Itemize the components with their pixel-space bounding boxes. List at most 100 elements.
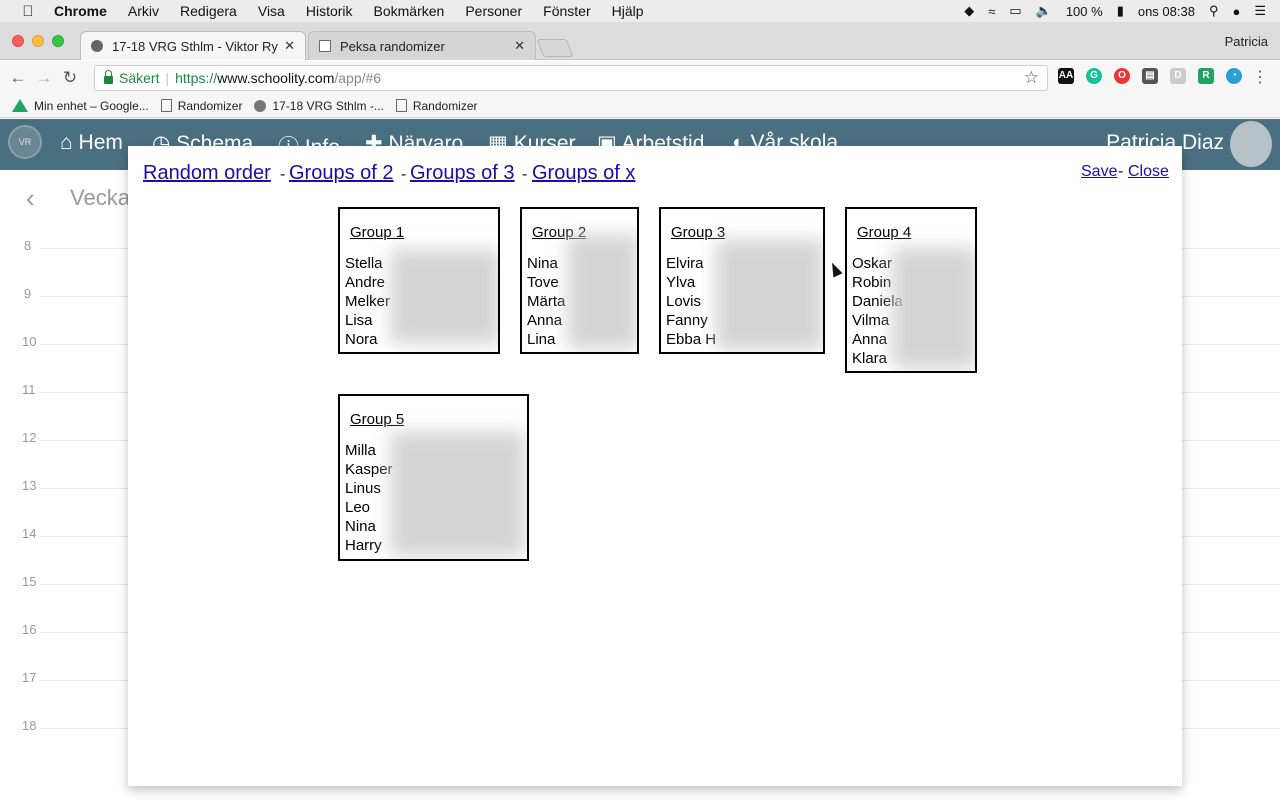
member-name: Ebba H [666,331,717,348]
extension-r-icon[interactable]: R [1198,68,1214,84]
opera-icon[interactable]: O [1114,68,1130,84]
member-name: Tove [527,274,559,291]
cast-icon[interactable]: ◔ [1226,68,1242,84]
member-name: Nina [345,518,376,535]
page-icon [395,99,407,112]
back-arrow-icon[interactable]: ← [5,68,31,88]
menu-visa[interactable]: Visa [258,3,285,19]
separator: - [280,166,286,183]
school-logo[interactable]: VR [8,125,42,159]
hour-label: 9 [24,286,32,301]
week-title: Vecka [70,185,130,210]
menu-redigera[interactable]: Redigera [180,3,237,19]
group-title: Group 5 [350,411,405,428]
save-link[interactable]: Save [1081,163,1117,181]
spotlight-icon[interactable]: ⚲ [1209,3,1219,19]
menu-app-name[interactable]: Chrome [54,3,107,19]
member-name: Milla [345,442,376,459]
clock[interactable]: ons 08:38 [1138,4,1195,19]
close-window-button[interactable] [12,35,24,47]
group-card: Group 3 Elvira Ylva Lovis Fanny Ebba H [659,207,825,354]
privacy-blur [390,431,525,556]
menu-bokmarken[interactable]: Bokmärken [374,3,445,19]
site-favicon-icon [91,40,103,52]
groups-of-3-link[interactable]: Groups of 3 [410,162,515,185]
member-list: Nina Tove Märta Anna Lina [527,254,565,349]
dropbox-icon[interactable]: ◆ [964,3,974,19]
url-path: /app/#6 [334,70,382,86]
bookmark-star-icon[interactable]: ☆ [1024,68,1039,88]
hour-label: 18 [22,718,37,733]
member-name: Kasper [345,461,393,478]
bookmark-label: Randomizer [177,98,243,113]
menu-historik[interactable]: Historik [306,3,353,19]
hour-label: 10 [22,334,37,349]
extension-d-icon[interactable]: D [1170,68,1186,84]
grammarly-icon[interactable]: G [1086,68,1102,84]
minimize-window-button[interactable] [32,35,44,47]
bookmark-vrg[interactable]: 17-18 VRG Sthlm -... [254,98,384,113]
chrome-menu-icon[interactable]: ⋮ [1252,67,1268,87]
chevron-left-icon[interactable]: ‹ [26,183,35,214]
random-order-link[interactable]: Random order [143,162,271,185]
profile-button[interactable]: Patricia [1225,34,1268,49]
member-name: Nina [527,255,558,272]
avatar[interactable] [1230,121,1272,167]
bookmark-min-enhet[interactable]: Min enhet – Google... [12,99,149,113]
member-name: Lisa [345,312,373,329]
apple-icon[interactable]:  [20,3,36,20]
groups-of-x-link[interactable]: Groups of x [532,162,635,185]
zoom-window-button[interactable] [52,35,64,47]
macos-menubar:  Chrome Arkiv Redigera Visa Historik Bo… [0,0,1280,22]
tab-strip: 17-18 VRG Sthlm - Viktor Ryd ✕ Peksa ran… [0,22,1280,60]
tab-schoolity[interactable]: 17-18 VRG Sthlm - Viktor Ryd ✕ [80,31,306,60]
hour-label: 12 [22,430,37,445]
close-link[interactable]: Close [1128,163,1169,181]
airplay-icon[interactable]: ▭ [1009,3,1021,19]
extension-aa-icon[interactable]: AA [1058,68,1074,84]
film-icon[interactable]: ▤ [1142,68,1158,84]
bookmark-label: Min enhet – Google... [34,98,149,113]
nav-hem[interactable]: ⌂ Hem [60,131,123,155]
member-name: Elvira [666,255,704,272]
group-title: Group 1 [350,224,405,241]
member-list: Elvira Ylva Lovis Fanny Ebba H [666,254,716,349]
forward-arrow-icon[interactable]: → [31,68,57,88]
address-bar[interactable]: Säkert | https://www.schoolity.com/app/#… [94,65,1048,91]
siri-icon[interactable]: ● [1232,4,1240,19]
site-icon [254,99,267,112]
member-list: Stella Andre Melker Lisa Nora [345,254,390,349]
wifi-icon[interactable]: ≈ [988,4,995,19]
new-tab-button[interactable] [536,39,574,57]
secure-label: Säkert [119,70,160,86]
bookmark-randomizer[interactable]: Randomizer [160,98,243,113]
page-icon [160,99,172,112]
battery-icon[interactable]: ▮ [1117,3,1124,19]
url-scheme: https:// [175,70,218,86]
member-name: Andre [345,274,386,291]
groups-of-2-link[interactable]: Groups of 2 [289,162,394,185]
hour-label: 17 [22,670,37,685]
page-favicon-icon [319,40,331,52]
tab-randomizer[interactable]: Peksa randomizer ✕ [308,31,536,60]
volume-icon[interactable]: 🔈 [1036,3,1052,19]
browser-toolbar: ← → ↻ Säkert | https://www.schoolity.com… [0,61,1280,94]
member-name: Linus [345,480,381,497]
tab-close-icon[interactable]: ✕ [284,38,295,54]
bookmark-label: 17-18 VRG Sthlm -... [272,98,384,113]
menu-hjalp[interactable]: Hjälp [612,3,644,19]
notification-center-icon[interactable]: ☰ [1254,3,1266,19]
group-card: Group 1 Stella Andre Melker Lisa Nora [338,207,500,354]
hour-label: 16 [22,622,37,637]
privacy-blur [390,249,498,344]
menu-arkiv[interactable]: Arkiv [128,3,159,19]
battery-percentage[interactable]: 100 % [1066,4,1103,19]
group-card: Group 5 Milla Kasper Linus Leo Nina Harr… [338,394,529,561]
menu-fonster[interactable]: Fönster [543,3,590,19]
tab-close-icon[interactable]: ✕ [514,38,525,54]
reload-icon[interactable]: ↻ [57,68,83,88]
nav-label: Hem [78,131,123,154]
group-card: Group 2 Nina Tove Märta Anna Lina [520,207,639,354]
menu-personer[interactable]: Personer [465,3,522,19]
bookmark-randomizer-2[interactable]: Randomizer [395,99,478,113]
